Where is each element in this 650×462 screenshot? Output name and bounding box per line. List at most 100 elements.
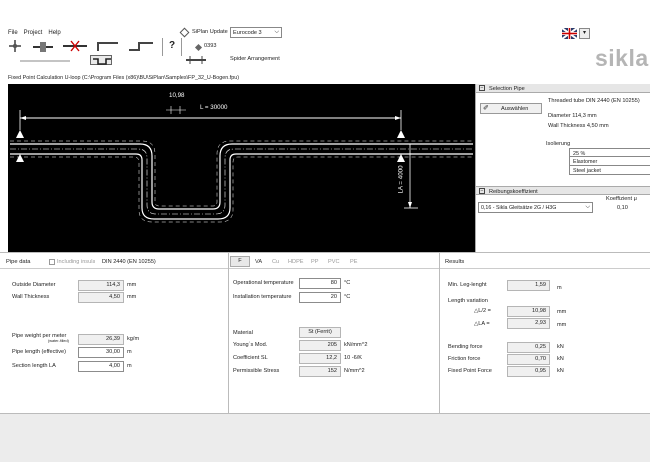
material-tab-f[interactable]: F — [230, 256, 250, 267]
youngs-label: Young´s Mod. — [233, 342, 268, 348]
coef-sl-unit: 10 -6/K — [344, 355, 363, 361]
siplan-update-button[interactable]: SiPlan Update — [192, 29, 228, 35]
panel-separator — [0, 252, 650, 253]
collapse-icon[interactable]: − — [479, 188, 485, 194]
inst-temp-label: Installation temperature — [233, 294, 292, 300]
anchor-tool-icon[interactable] — [62, 40, 88, 52]
min-leg-unit: m — [557, 285, 562, 291]
insulation-row: Steel jacket — [569, 166, 650, 175]
language-dropdown-button[interactable]: ▾ — [579, 28, 590, 39]
pipe-length-input[interactable]: 30,00 — [78, 347, 124, 358]
material-tab-pe[interactable]: PE — [350, 259, 357, 265]
material-tab-hdpe[interactable]: HDPE — [288, 259, 304, 265]
op-temp-unit: °C — [344, 280, 351, 286]
insulation-row: Elastomer — [569, 157, 650, 166]
insulation-label: Isolierung — [546, 141, 571, 147]
pipe-weight-sublabel: (water-filled) — [48, 339, 69, 343]
dimension-delta-label: 10,98 — [169, 92, 185, 99]
stress-value: 152 — [299, 366, 341, 377]
pipe-select-button[interactable]: ✐ Auswählen — [480, 103, 542, 114]
friction-select-value: 0,16 - Sikla Gleitsätze 2G / H3G — [481, 205, 557, 211]
document-title: Fixed Point Calculation U-loop (C:\Progr… — [8, 75, 239, 81]
straight-pipe-icon[interactable] — [20, 58, 70, 64]
menu-file[interactable]: File — [8, 30, 18, 36]
edit-icon: ✐ — [483, 105, 489, 112]
delta-l-half-unit: mm — [557, 309, 567, 315]
friction-force-label: Friction force — [448, 356, 481, 362]
z-bend-icon[interactable] — [127, 40, 155, 52]
outside-diameter-field: 114,3 — [78, 280, 124, 291]
stress-label: Permissible Stress — [233, 368, 280, 374]
material-value: St (Ferrit) — [299, 327, 341, 338]
include-insulation-label: Including insulation — [57, 259, 95, 265]
bending-force-label: Bending force — [448, 344, 483, 350]
pipe-type: DIN 2440 (EN 10255) — [102, 259, 156, 265]
op-temp-label: Operational temperature — [233, 280, 294, 286]
panel-divider — [439, 253, 440, 413]
section-length-unit: m — [127, 363, 132, 369]
bending-force-value: 0,25 — [507, 342, 550, 353]
eurocode-select-value: Eurocode 3 — [233, 30, 262, 36]
coef-sl-value: 12,2 — [299, 353, 341, 364]
pipe-select-label: Auswählen — [501, 106, 529, 112]
inst-temp-unit: °C — [344, 294, 351, 300]
drawing-canvas[interactable]: 10,98 L = 30000 LA = 4000 — [8, 84, 475, 252]
friction-force-unit: kN — [557, 356, 564, 362]
insulation-row: 25 % — [569, 148, 650, 157]
material-tab-pp[interactable]: PP — [311, 259, 318, 265]
collapse-icon[interactable]: − — [479, 85, 485, 91]
pipe-length-unit: m — [127, 349, 132, 355]
eurocode-select[interactable]: Eurocode 3 ⌵ — [230, 27, 282, 38]
selection-pipe-title: Selection Pipe — [489, 85, 525, 92]
stress-unit: N/mm^2 — [344, 368, 365, 374]
pipe-diameter: Diameter 114,3 mm — [548, 113, 597, 119]
dimension-la-label: LA = 4000 — [397, 165, 405, 194]
include-insulation-checkbox[interactable] — [49, 259, 55, 265]
friction-coef-value: 0,10 — [617, 205, 628, 211]
wall-thickness-unit: mm — [127, 294, 137, 300]
delta-la-label: △LA = — [474, 321, 490, 327]
fixed-point-force-unit: kN — [557, 368, 564, 374]
section-length-label: Section length LA — [12, 363, 56, 369]
toolbar-separator — [162, 38, 163, 56]
material-tab-cu[interactable]: Cu — [272, 259, 279, 265]
chevron-down-icon: ⌵ — [274, 29, 279, 35]
spider-arrangement-button[interactable]: Spider Arrangement — [230, 56, 280, 62]
fixed-point-force-label: Fixed Point Force — [448, 368, 492, 374]
uk-flag-icon[interactable] — [562, 28, 577, 39]
menu-project[interactable]: Project — [24, 30, 43, 36]
length-variation-label: Length variation — [448, 298, 488, 304]
wall-thickness-label: Wall Thickness — [12, 294, 50, 300]
delta-l-half-value: 10,98 — [507, 306, 550, 317]
move-tool-icon[interactable] — [9, 40, 21, 52]
coef-sl-label: Coefficient SL — [233, 355, 268, 361]
pipe-weight-field: 26,39 — [78, 334, 124, 345]
friction-header[interactable]: − Reibungskoeffizient — [476, 186, 650, 195]
dimension-length-label: L = 30000 — [200, 104, 228, 111]
delta-l-half-label: △L/2 = — [474, 308, 491, 314]
outside-diameter-unit: mm — [127, 282, 137, 288]
material-tab-pvc[interactable]: PVC — [328, 259, 340, 265]
siplan-update-icon[interactable] — [179, 27, 190, 38]
help-question-icon[interactable]: ? — [169, 40, 175, 51]
toolbar-separator — [181, 38, 182, 56]
fixed-point-tool-icon[interactable] — [31, 40, 55, 52]
section-length-input[interactable]: 4,00 — [78, 361, 124, 372]
version-icon — [194, 43, 203, 52]
u-loop-tool-icon[interactable] — [90, 55, 112, 65]
friction-coef-label: Koeffizient μ — [606, 196, 637, 202]
pipe-weight-unit: kg/m — [127, 336, 140, 342]
selection-pipe-panel: − Selection Pipe ✐ Auswählen Threaded tu… — [475, 84, 650, 252]
inst-temp-input[interactable]: 20 — [299, 292, 341, 303]
material-tab-va[interactable]: VA — [255, 259, 262, 265]
pipe-name: Threaded tube DIN 2440 (EN 10255) — [548, 98, 640, 104]
l-bend-icon[interactable] — [96, 40, 120, 52]
bending-force-unit: kN — [557, 344, 564, 350]
brand-logo: sikla — [595, 45, 649, 71]
menu-help[interactable]: Help — [48, 30, 60, 36]
pipe-segment-icon[interactable] — [186, 55, 206, 65]
results-title: Results — [445, 259, 465, 265]
op-temp-input[interactable]: 80 — [299, 278, 341, 289]
friction-select[interactable]: 0,16 - Sikla Gleitsätze 2G / H3G ⌵ — [478, 202, 593, 213]
selection-pipe-header[interactable]: − Selection Pipe — [476, 84, 650, 93]
